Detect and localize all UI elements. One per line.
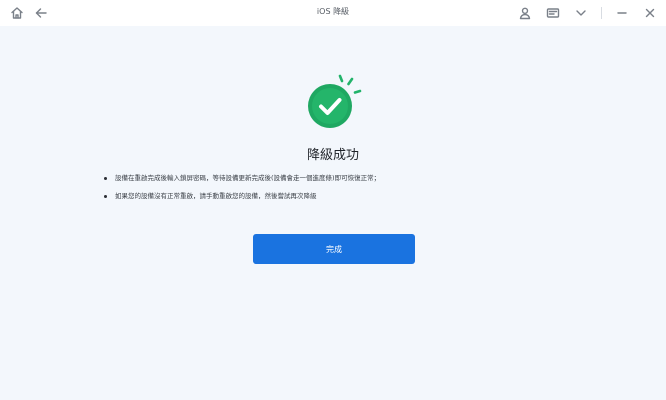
title-bar: iOS 降級 <box>0 0 666 26</box>
title-bar-divider <box>601 7 602 19</box>
chevron-down-icon[interactable] <box>573 5 589 21</box>
close-icon[interactable] <box>642 5 658 21</box>
instruction-item: 如果您的設備沒有正常重啟，請手動重啟您的設備，然後嘗試再次降級 <box>104 192 544 201</box>
message-icon[interactable] <box>545 5 561 21</box>
instruction-item: 設備在重啟完成後輸入鎖屏密碼，等待設備更新完成後(設備會走一個進度條)即可恢復正… <box>104 174 544 183</box>
main-content: 降級成功 設備在重啟完成後輸入鎖屏密碼，等待設備更新完成後(設備會走一個進度條)… <box>0 26 666 400</box>
success-check-icon <box>308 74 362 128</box>
title-bar-right <box>517 5 658 21</box>
instruction-list: 設備在重啟完成後輸入鎖屏密碼，等待設備更新完成後(設備會走一個進度條)即可恢復正… <box>104 174 544 210</box>
minimize-icon[interactable] <box>614 5 630 21</box>
user-icon[interactable] <box>517 5 533 21</box>
done-button[interactable]: 完成 <box>253 234 415 264</box>
result-heading: 降級成功 <box>306 148 359 163</box>
